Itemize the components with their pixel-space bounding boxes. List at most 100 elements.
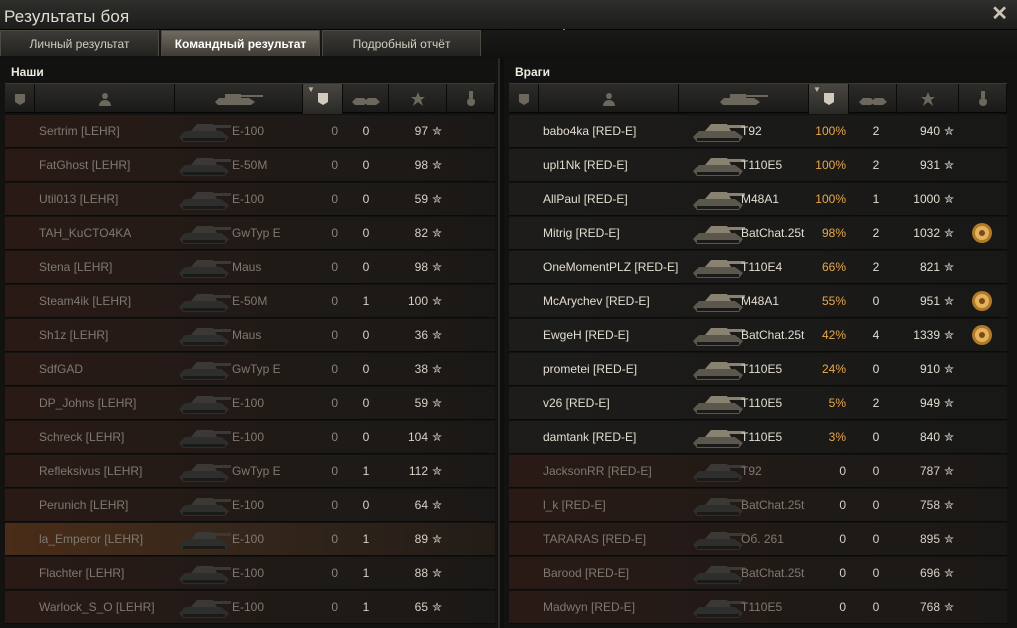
tank-image-icon	[175, 355, 233, 383]
enemy-player-row[interactable]: McArychev [RED-E] M48A1 55% 0 951 ✮	[509, 285, 1007, 318]
allies-panel: Наши ▼ Sertrim [LEHR] E-100 0 0 97 ✮ FatGhost …	[0, 58, 500, 628]
header-kills-column[interactable]	[849, 84, 897, 114]
header-squad-column[interactable]	[5, 84, 35, 114]
enemy-player-row[interactable]: upl1Nk [RED-E] T110E5 100% 2 931 ✮	[509, 149, 1007, 182]
header-tank-column[interactable]	[679, 84, 809, 114]
ally-player-row[interactable]: Steam4ik [LEHR] E-50M 0 1 100 ✮	[5, 285, 495, 318]
damage-value: 42%	[821, 328, 846, 342]
header-player-column[interactable]	[539, 84, 679, 114]
kills-value: 0	[872, 600, 880, 614]
header-squad-column[interactable]	[509, 84, 539, 114]
medal-icon	[977, 91, 989, 107]
squad-icon	[517, 92, 531, 106]
kills-value: 0	[362, 226, 370, 240]
xp-star-icon: ✮	[944, 430, 955, 444]
enemy-player-row[interactable]: Barood [RED-E] BatChat.25t 0 0 696 ✮	[509, 557, 1007, 590]
ally-player-row[interactable]: Perunich [LEHR] E-100 0 0 64 ✮	[5, 489, 495, 522]
xp-star-icon: ✮	[944, 158, 955, 172]
enemy-player-row[interactable]: prometei [RED-E] T110E5 24% 0 910 ✮	[509, 353, 1007, 386]
xp-star-icon: ✮	[944, 498, 955, 512]
ally-player-row[interactable]: Flachter [LEHR] E-100 0 1 88 ✮	[5, 557, 495, 590]
player-name: v26 [RED-E]	[543, 396, 610, 410]
ally-player-row[interactable]: Sh1z [LEHR] Maus 0 0 36 ✮	[5, 319, 495, 352]
player-name: babo4ka [RED-E]	[543, 124, 637, 138]
kills-value: 2	[872, 226, 880, 240]
kills-icon	[350, 92, 382, 106]
tank-image-icon	[689, 457, 747, 485]
enemy-player-row[interactable]: JacksonRR [RED-E] T92 0 0 787 ✮	[509, 455, 1007, 488]
medal-icon[interactable]	[971, 290, 993, 312]
enemy-player-row[interactable]: OneMomentPLZ [RED-E] T110E4 66% 2 821 ✮	[509, 251, 1007, 284]
xp-value: 82	[414, 226, 428, 240]
kills-icon	[857, 92, 889, 106]
tank-image-icon	[689, 287, 747, 315]
squad-icon	[13, 92, 27, 106]
header-player-column[interactable]	[35, 84, 175, 114]
ally-player-row[interactable]: Sertrim [LEHR] E-100 0 0 97 ✮	[5, 115, 495, 148]
header-damage-column[interactable]: ▼	[809, 84, 849, 114]
tank-image-icon	[175, 491, 233, 519]
kills-value: 2	[872, 158, 880, 172]
damage-icon	[822, 92, 836, 106]
ally-player-row[interactable]: Warlock_S_O [LEHR] E-100 0 1 65 ✮	[5, 591, 495, 624]
xp-star-icon: ✮	[944, 328, 955, 342]
tank-image-icon	[175, 253, 233, 281]
enemy-player-row[interactable]: v26 [RED-E] T110E5 5% 2 949 ✮	[509, 387, 1007, 420]
kills-value: 0	[872, 430, 880, 444]
enemy-player-row[interactable]: EwgeH [RED-E] BatChat.25t 42% 4 1339 ✮	[509, 319, 1007, 352]
xp-value: 100	[407, 294, 428, 308]
ally-player-row[interactable]: Stena [LEHR] Maus 0 0 98 ✮	[5, 251, 495, 284]
tab-detailed-report[interactable]: Подробный отчёт	[322, 30, 481, 56]
xp-value: 787	[919, 464, 940, 478]
header-xp-star-column[interactable]	[389, 84, 447, 114]
medal-icon[interactable]	[971, 222, 993, 244]
ally-player-row[interactable]: SdfGAD GwTyp E 0 0 38 ✮	[5, 353, 495, 386]
ally-player-row[interactable]: Refleksivus [LEHR] GwTyp E 0 1 112 ✮	[5, 455, 495, 488]
xp-star-icon: ✮	[944, 192, 955, 206]
enemy-player-row[interactable]: Mitrig [RED-E] BatChat.25t 98% 2 1032 ✮	[509, 217, 1007, 250]
ally-player-row[interactable]: la_Emperor [LEHR] E-100 0 1 89 ✮	[5, 523, 495, 556]
xp-value: 59	[414, 192, 428, 206]
xp-star-icon: ✮	[944, 396, 955, 410]
ally-player-row[interactable]: Util013 [LEHR] E-100 0 0 59 ✮	[5, 183, 495, 216]
xp-star-icon: ✮	[432, 124, 443, 138]
close-icon[interactable]: ✕	[991, 4, 1008, 24]
xp-value: 38	[414, 362, 428, 376]
xp-value: 98	[414, 260, 428, 274]
header-damage-column[interactable]: ▼	[303, 84, 343, 114]
xp-star-icon: ✮	[944, 600, 955, 614]
kills-value: 0	[362, 328, 370, 342]
damage-value: 0	[839, 600, 846, 614]
enemy-player-row[interactable]: l_k [RED-E] BatChat.25t 0 0 758 ✮	[509, 489, 1007, 522]
header-medal-column[interactable]	[959, 84, 1007, 114]
kills-value: 1	[362, 464, 370, 478]
xp-value: 98	[414, 158, 428, 172]
medal-icon[interactable]	[971, 324, 993, 346]
ally-player-row[interactable]: TAH_KuCTO4KA GwTyp E 0 0 82 ✮	[5, 217, 495, 250]
enemy-player-row[interactable]: Madwyn [RED-E] T110E5 0 0 768 ✮	[509, 591, 1007, 624]
player-name: Util013 [LEHR]	[39, 192, 119, 206]
damage-value: 98%	[821, 226, 846, 240]
xp-value: 104	[407, 430, 428, 444]
player-name: Mitrig [RED-E]	[543, 226, 620, 240]
xp-star-icon: ✮	[944, 532, 955, 546]
enemy-player-row[interactable]: babo4ka [RED-E] T92 100% 2 940 ✮	[509, 115, 1007, 148]
header-kills-column[interactable]	[343, 84, 389, 114]
tab-team-result[interactable]: Командный результат	[161, 30, 320, 56]
header-medal-column[interactable]	[447, 84, 495, 114]
enemy-player-row[interactable]: TARARAS [RED-E] Об. 261 0 0 895 ✮	[509, 523, 1007, 556]
header-tank-column[interactable]	[175, 84, 303, 114]
ally-player-row[interactable]: FatGhost [LEHR] E-50M 0 0 98 ✮	[5, 149, 495, 182]
xp-value: 895	[919, 532, 940, 546]
tank-icon	[718, 92, 770, 106]
damage-value: 55%	[821, 294, 846, 308]
ally-player-row[interactable]: DP_Johns [LEHR] E-100 0 0 59 ✮	[5, 387, 495, 420]
ally-player-row[interactable]: Schreck [LEHR] E-100 0 0 104 ✮	[5, 421, 495, 454]
enemies-table-header: ▼	[509, 83, 1007, 114]
enemy-player-row[interactable]: damtank [RED-E] T110E5 3% 0 840 ✮	[509, 421, 1007, 454]
header-xp-star-column[interactable]	[897, 84, 959, 114]
damage-value: 100%	[815, 124, 846, 138]
tab-personal-result[interactable]: Личный результат	[0, 30, 159, 56]
player-name: AllPaul [RED-E]	[543, 192, 628, 206]
enemy-player-row[interactable]: AllPaul [RED-E] M48A1 100% 1 1000 ✮	[509, 183, 1007, 216]
